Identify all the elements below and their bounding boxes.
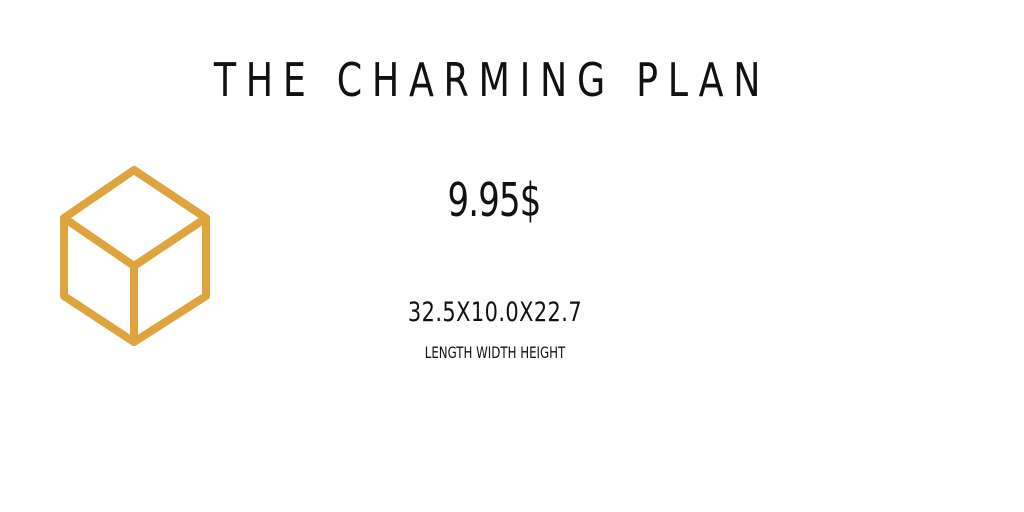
plan-title: THE CHARMING PLAN	[213, 53, 771, 107]
dimension-labels: LENGTH WIDTH HEIGHT	[424, 343, 566, 362]
plan-price: 9.95$	[447, 173, 541, 227]
plan-dimensions: 32.5X10.0X22.7	[407, 297, 583, 328]
